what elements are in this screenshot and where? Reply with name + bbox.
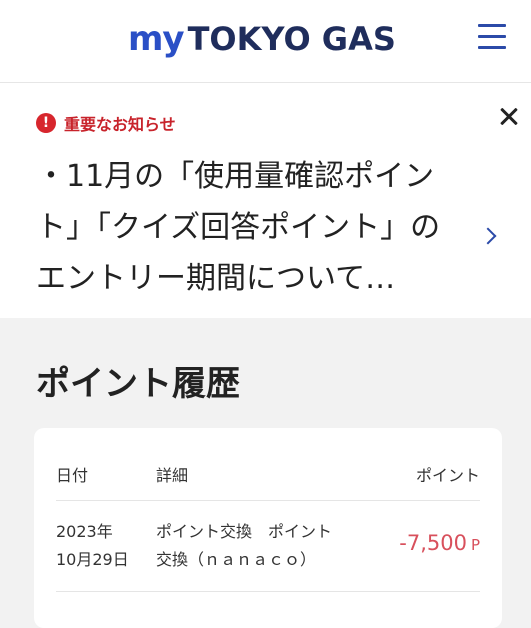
notice-link[interactable]: ・11月の「使用量確認ポイント」「クイズ回答ポイント」のエントリー期間について… xyxy=(36,151,516,301)
notice-label: 重要なお知らせ xyxy=(64,115,176,134)
row-detail-line1: ポイント交換 ポイント xyxy=(156,522,333,541)
row-points: -7,500 P xyxy=(399,531,480,555)
chevron-right-icon xyxy=(479,227,497,245)
table-header: 日付 詳細 ポイント xyxy=(56,428,480,501)
row-date: 2023年 10月29日 xyxy=(56,518,146,574)
row-points-amount: -7,500 xyxy=(399,531,467,555)
row-detail-line2: 交換（ｎａｎａｃｏ） xyxy=(156,550,317,569)
notice-text: ・11月の「使用量確認ポイント」「クイズ回答ポイント」のエントリー期間について… xyxy=(36,159,441,296)
column-header-points: ポイント xyxy=(415,466,480,485)
close-icon[interactable] xyxy=(496,103,522,129)
exclamation-circle-icon: ! xyxy=(36,113,56,133)
row-detail: ポイント交換 ポイント 交換（ｎａｎａｃｏ） xyxy=(156,518,376,574)
column-header-date: 日付 xyxy=(56,466,89,485)
row-date-year: 2023年 xyxy=(56,522,113,541)
menu-bar xyxy=(478,46,506,49)
important-notice-banner: ! 重要なお知らせ ・11月の「使用量確認ポイント」「クイズ回答ポイント」のエン… xyxy=(0,83,531,318)
column-header-detail: 詳細 xyxy=(156,466,189,485)
menu-bar xyxy=(478,24,506,27)
row-points-unit: P xyxy=(470,536,480,554)
notice-header: ! 重要なお知らせ xyxy=(36,111,176,135)
row-date-day: 10月29日 xyxy=(56,550,129,569)
app-header: my TOKYO GAS xyxy=(0,0,531,83)
page-title: ポイント履歴 xyxy=(36,364,240,404)
points-history-table: 日付 詳細 ポイント 2023年 10月29日 ポイント交換 ポイント 交換（ｎ… xyxy=(34,428,502,628)
logo-my-text: my xyxy=(128,19,185,59)
menu-bar xyxy=(478,35,506,38)
logo-tokyo-gas-text: TOKYO GAS xyxy=(187,20,396,58)
table-row[interactable]: 2023年 10月29日 ポイント交換 ポイント 交換（ｎａｎａｃｏ） -7,5… xyxy=(56,501,480,592)
tokyo-gas-logo[interactable]: my TOKYO GAS xyxy=(128,19,396,59)
hamburger-menu-icon[interactable] xyxy=(478,24,506,50)
